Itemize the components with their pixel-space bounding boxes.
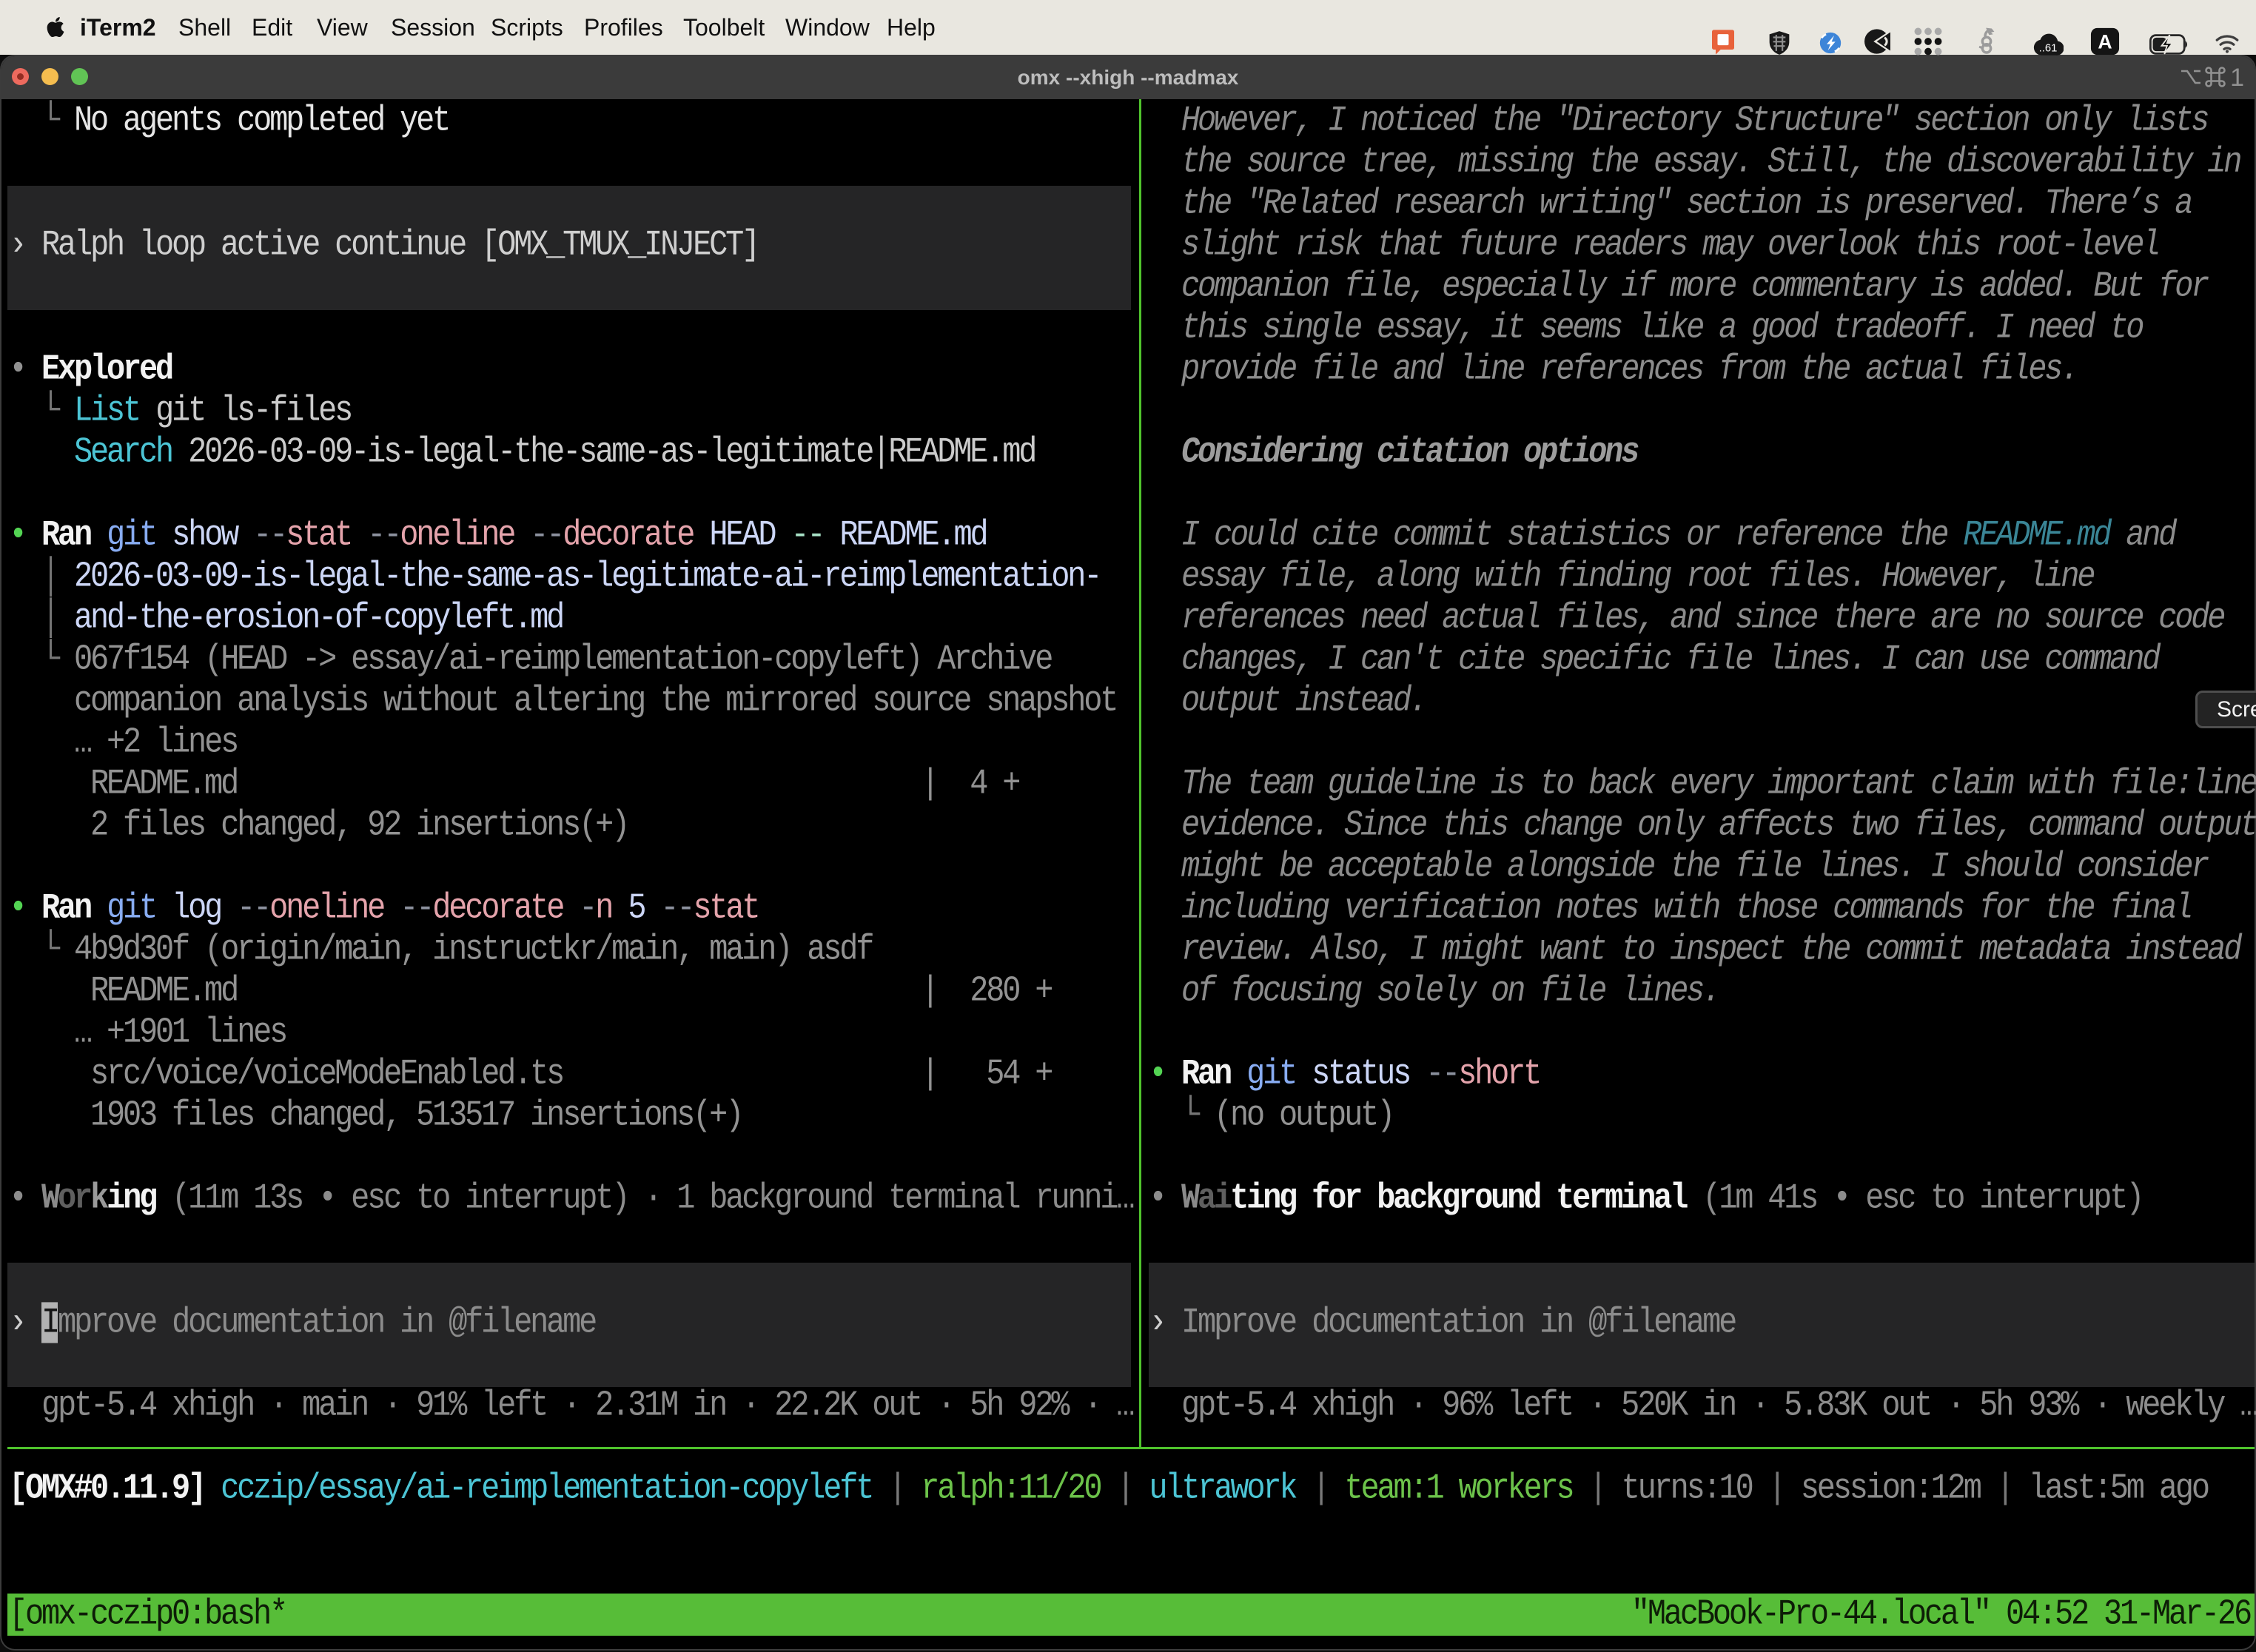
svg-text:..61: ..61 [2039,43,2058,55]
svg-text:A: A [2098,31,2112,53]
